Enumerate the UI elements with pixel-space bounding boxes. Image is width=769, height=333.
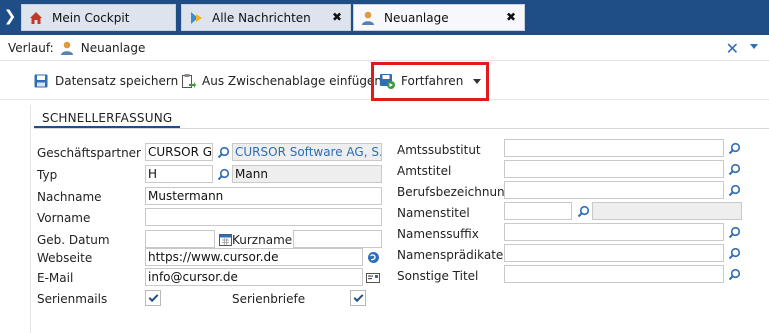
namenspraedikate-label: Namensprädikate: [397, 248, 504, 262]
close-icon[interactable]: ✕: [726, 39, 739, 58]
highlight-box: [371, 62, 489, 101]
tab-label: Alle Nachrichten: [212, 10, 311, 25]
kurzname-label: Kurzname: [232, 233, 293, 247]
nachname-field[interactable]: Mustermann: [145, 187, 382, 205]
expand-sidebar-icon[interactable]: ❯: [0, 0, 20, 35]
geschaeftspartner-label: Geschäftspartner: [37, 146, 141, 160]
serienbriefe-label: Serienbriefe: [232, 292, 306, 306]
berufsbezeichnung-label: Berufsbezeichnung: [397, 185, 513, 199]
history-bar: Verlauf: Neuanlage ✕: [0, 35, 769, 61]
geb-datum-field[interactable]: [145, 230, 215, 248]
tab-bar: ❯ Mein Cockpit Alle Nachrichten ✖ Neuanl…: [0, 0, 769, 35]
kurzname-field[interactable]: [293, 230, 382, 248]
nachname-label: Nachname: [37, 190, 102, 204]
home-icon: [28, 10, 44, 26]
paste-label: Aus Zwischenablage einfügen: [202, 74, 382, 88]
search-icon[interactable]: [727, 162, 741, 176]
close-icon[interactable]: ✖: [506, 10, 516, 24]
checkmark-icon: [148, 291, 158, 302]
amtstitel-field[interactable]: [504, 160, 724, 178]
search-icon[interactable]: [216, 167, 230, 181]
namenssuffix-label: Namenssuffix: [397, 227, 479, 241]
amtstitel-label: Amtstitel: [397, 164, 452, 178]
person-icon: [360, 10, 376, 26]
vorname-field[interactable]: [145, 208, 382, 226]
messages-icon: [188, 10, 204, 26]
namenstitel-label: Namenstitel: [397, 206, 470, 220]
namenspraedikate-field[interactable]: [504, 244, 724, 262]
geb-datum-label: Geb. Datum: [37, 233, 110, 247]
tab-schnellerfassung[interactable]: SCHNELLERFASSUNG: [34, 108, 181, 128]
typ-description: Mann: [232, 165, 382, 183]
history-item[interactable]: Neuanlage: [81, 41, 146, 55]
tab-alle-nachrichten[interactable]: Alle Nachrichten ✖: [181, 4, 351, 31]
history-label: Verlauf:: [8, 40, 54, 55]
clipboard-icon: [180, 73, 196, 89]
search-icon[interactable]: [727, 183, 741, 197]
person-icon: [59, 40, 75, 56]
divider: [34, 128, 769, 129]
email-field[interactable]: info@cursor.de: [145, 268, 363, 286]
sonstige-titel-label: Sonstige Titel: [397, 269, 479, 283]
namenstitel-field[interactable]: [504, 202, 572, 220]
email-label: E-Mail: [37, 271, 74, 285]
search-icon[interactable]: [216, 145, 230, 159]
search-icon[interactable]: [727, 141, 741, 155]
tab-label: Mein Cockpit: [52, 10, 130, 25]
save-record-button[interactable]: Datensatz speichern: [33, 70, 178, 92]
sonstige-titel-field[interactable]: [504, 265, 724, 283]
chevron-down-icon[interactable]: [750, 44, 758, 49]
webseite-field[interactable]: https://www.cursor.de: [145, 248, 363, 266]
search-icon[interactable]: [727, 267, 741, 281]
save-icon: [33, 73, 49, 89]
serienbriefe-checkbox[interactable]: [350, 290, 366, 306]
amtssubstitut-label: Amtssubstitut: [397, 143, 481, 157]
checkmark-icon: [353, 291, 363, 302]
close-icon[interactable]: ✖: [332, 10, 342, 24]
geschaeftspartner-name[interactable]: CURSOR Software AG, S...: [232, 143, 382, 161]
typ-label: Typ: [37, 168, 58, 182]
search-icon[interactable]: [727, 225, 741, 239]
globe-icon[interactable]: [366, 250, 380, 264]
calendar-icon[interactable]: [218, 232, 232, 246]
serienmails-checkbox[interactable]: [145, 290, 161, 306]
tab-neuanlage[interactable]: Neuanlage ✖: [353, 4, 525, 31]
geschaeftspartner-field[interactable]: CURSOR GI: [145, 143, 213, 161]
berufsbezeichnung-field[interactable]: [504, 181, 724, 199]
serienmails-label: Serienmails: [37, 292, 108, 306]
amtssubstitut-field[interactable]: [504, 139, 724, 157]
save-label: Datensatz speichern: [55, 74, 179, 88]
mail-icon[interactable]: [366, 270, 380, 284]
search-icon[interactable]: [576, 204, 590, 218]
search-icon[interactable]: [727, 246, 741, 260]
paste-clipboard-button[interactable]: Aus Zwischenablage einfügen: [180, 70, 382, 92]
namenssuffix-field[interactable]: [504, 223, 724, 241]
vorname-label: Vorname: [37, 211, 91, 225]
tab-label: Neuanlage: [384, 10, 449, 25]
tab-mein-cockpit[interactable]: Mein Cockpit: [21, 4, 176, 31]
namenstitel-description: [592, 202, 742, 220]
typ-field[interactable]: H: [145, 165, 213, 183]
webseite-label: Webseite: [37, 251, 93, 265]
